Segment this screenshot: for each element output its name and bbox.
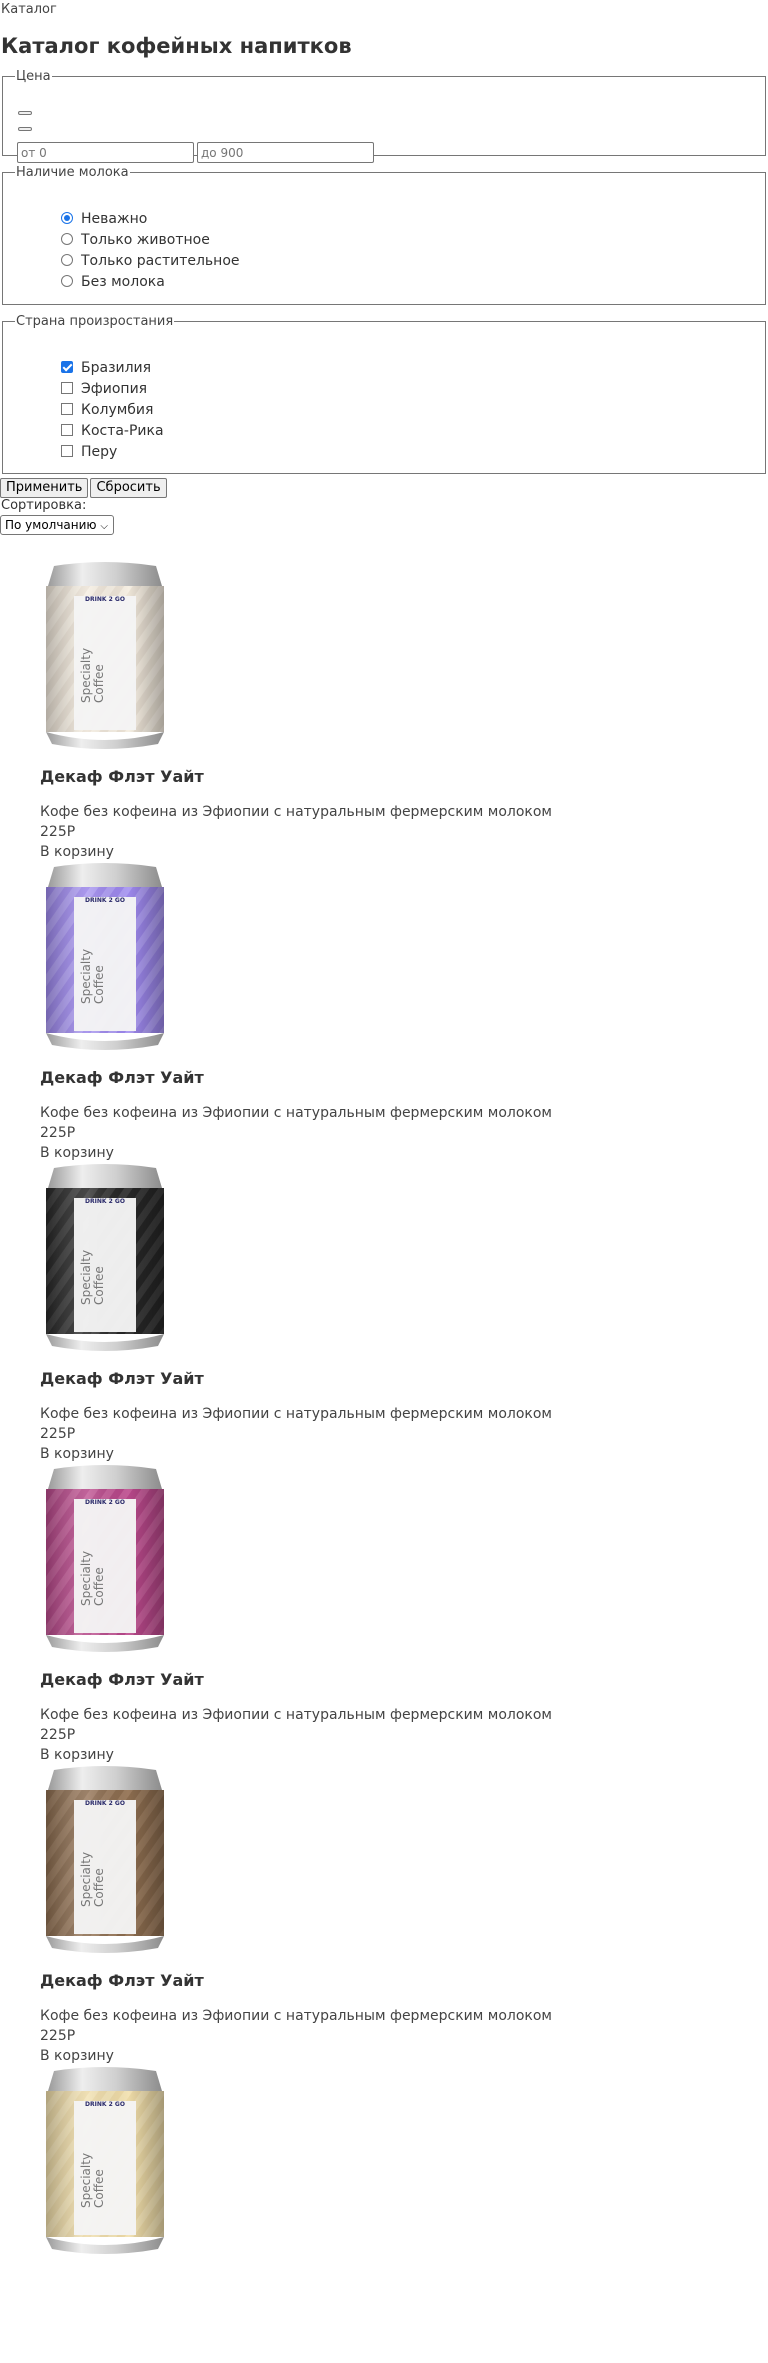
product-description: Кофе без кофеина из Эфиопии с натуральны…: [40, 804, 552, 820]
can-brand: DRINK 2 GO: [85, 897, 125, 904]
product-title: Декаф Флэт Уайт: [40, 1971, 204, 1990]
sort-label: Сортировка:: [1, 498, 87, 513]
product-card: DRINK 2 GO Specialty Coffee Декаф Флэт Уайт…: [40, 1762, 660, 2064]
milk-filter: Наличие молока Неважно Только животное Т…: [2, 165, 766, 305]
breadcrumb: Каталог: [1, 2, 57, 17]
radio-button[interactable]: [61, 275, 73, 287]
country-option-label: Колумбия: [81, 402, 154, 418]
product-card: DRINK 2 GO Specialty Coffee Декаф Флэт Уайт…: [40, 558, 660, 860]
page-title: Каталог кофейных напитков: [1, 34, 352, 58]
can-text: Specialty Coffee: [79, 2128, 106, 2208]
can-brand: DRINK 2 GO: [85, 1198, 125, 1205]
add-to-cart-link[interactable]: В корзину: [40, 1145, 114, 1161]
milk-option-label: Только животное: [81, 232, 210, 248]
price-range-min-handle[interactable]: [18, 111, 32, 115]
product-title: Декаф Флэт Уайт: [40, 767, 204, 786]
can-text: Specialty Coffee: [79, 1225, 106, 1305]
milk-option-any[interactable]: Неважно: [61, 209, 147, 229]
product-description: Кофе без кофеина из Эфиопии с натуральны…: [40, 2008, 552, 2024]
product-title: Декаф Флэт Уайт: [40, 1369, 204, 1388]
product-price: 225Р: [40, 1125, 76, 1141]
checkbox[interactable]: [61, 424, 73, 436]
add-to-cart-link[interactable]: В корзину: [40, 2048, 114, 2064]
country-option-ethiopia[interactable]: Эфиопия: [61, 379, 147, 399]
product-price: 225Р: [40, 2028, 76, 2044]
price-range-max-handle[interactable]: [18, 127, 32, 131]
country-option-peru[interactable]: Перу: [61, 442, 117, 462]
milk-option-label: Без молока: [81, 274, 165, 290]
apply-button[interactable]: Применить: [0, 478, 89, 498]
chevron-down-icon: ⌵: [100, 521, 108, 532]
radio-button[interactable]: [61, 233, 73, 245]
price-legend: Цена: [16, 69, 51, 84]
country-option-label: Коста-Рика: [81, 423, 164, 439]
can-text-line: Coffee: [92, 1266, 106, 1305]
product-card: DRINK 2 GO Specialty Coffee: [40, 2063, 660, 2363]
country-option-label: Бразилия: [81, 360, 152, 376]
can-text: Specialty Coffee: [79, 1526, 106, 1606]
milk-legend: Наличие молока: [16, 165, 129, 180]
can-text-line: Coffee: [92, 1868, 106, 1907]
product-price: 225Р: [40, 1426, 76, 1442]
product-title: Декаф Флэт Уайт: [40, 1670, 204, 1689]
product-card: DRINK 2 GO Specialty Coffee Декаф Флэт Уайт…: [40, 1160, 660, 1462]
can-text-line: Coffee: [92, 965, 106, 1004]
reset-button[interactable]: Сбросить: [90, 478, 167, 498]
add-to-cart-link[interactable]: В корзину: [40, 844, 114, 860]
product-description: Кофе без кофеина из Эфиопии с натуральны…: [40, 1105, 552, 1121]
price-to-input[interactable]: [197, 142, 374, 163]
country-filter: Страна произростания Бразилия Эфиопия Ко…: [2, 314, 766, 474]
can-brand: DRINK 2 GO: [85, 2101, 125, 2108]
checkbox[interactable]: [61, 361, 73, 373]
product-card: DRINK 2 GO Specialty Coffee Декаф Флэт Уайт…: [40, 1461, 660, 1763]
filter-actions: Применить Сбросить: [0, 476, 768, 498]
milk-option-label: Неважно: [81, 211, 148, 227]
can-text-line: Coffee: [92, 664, 106, 703]
checkbox[interactable]: [61, 445, 73, 457]
can-text: Specialty Coffee: [79, 623, 106, 703]
add-to-cart-link[interactable]: В корзину: [40, 1747, 114, 1763]
product-title: Декаф Флэт Уайт: [40, 1068, 204, 1087]
can-text: Specialty Coffee: [79, 924, 106, 1004]
checkbox[interactable]: [61, 382, 73, 394]
can-brand: DRINK 2 GO: [85, 1800, 125, 1807]
can-text-line: Coffee: [92, 1567, 106, 1606]
can-text-line: Coffee: [92, 2169, 106, 2208]
radio-button[interactable]: [61, 212, 73, 224]
country-option-brazil[interactable]: Бразилия: [61, 358, 151, 378]
can-text: Specialty Coffee: [79, 1827, 106, 1907]
country-option-costa-rica[interactable]: Коста-Рика: [61, 421, 164, 441]
add-to-cart-link[interactable]: В корзину: [40, 1446, 114, 1462]
milk-option-none[interactable]: Без молока: [61, 272, 165, 292]
sort-select-value: По умолчанию: [5, 518, 97, 532]
product-description: Кофе без кофеина из Эфиопии с натуральны…: [40, 1707, 552, 1723]
can-text-line: Specialty: [79, 2152, 93, 2208]
country-legend: Страна произростания: [16, 314, 174, 329]
checkbox[interactable]: [61, 403, 73, 415]
product-price: 225Р: [40, 1727, 76, 1743]
radio-button[interactable]: [61, 254, 73, 266]
price-filter: Цена: [2, 69, 766, 163]
country-option-colombia[interactable]: Колумбия: [61, 400, 153, 420]
milk-option-label: Только растительное: [81, 253, 240, 269]
product-price: 225Р: [40, 824, 76, 840]
sort-select[interactable]: По умолчанию ⌵: [0, 515, 114, 535]
country-option-label: Эфиопия: [81, 381, 148, 397]
milk-option-plant[interactable]: Только растительное: [61, 251, 240, 271]
can-brand: DRINK 2 GO: [85, 1499, 125, 1506]
price-from-input[interactable]: [17, 142, 194, 163]
country-option-label: Перу: [81, 444, 118, 460]
can-brand: DRINK 2 GO: [85, 596, 125, 603]
milk-option-animal[interactable]: Только животное: [61, 230, 210, 250]
product-description: Кофе без кофеина из Эфиопии с натуральны…: [40, 1406, 552, 1422]
product-card: DRINK 2 GO Specialty Coffee Декаф Флэт Уайт…: [40, 859, 660, 1161]
